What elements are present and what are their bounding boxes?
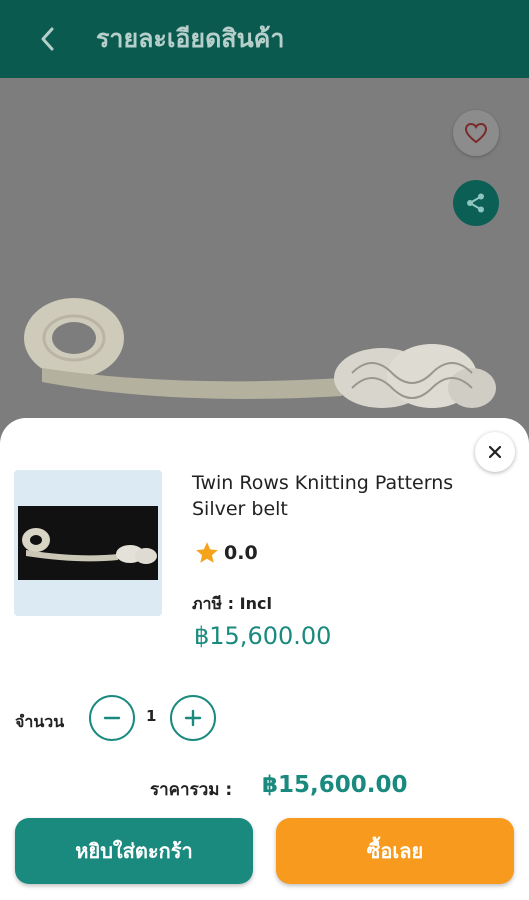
total-value: ฿15,600.00 (262, 772, 408, 798)
rating-value: 0.0 (224, 542, 258, 564)
favorite-button[interactable] (453, 110, 499, 156)
increase-quantity-button[interactable] (170, 695, 216, 741)
minus-icon (103, 716, 121, 720)
decrease-quantity-button[interactable] (89, 695, 135, 741)
buy-now-button[interactable]: ซื้อเลย (276, 818, 514, 884)
product-rating: 0.0 (194, 540, 258, 566)
quantity-label: จำนวน (15, 712, 65, 731)
tax-info: ภาษี : Incl (192, 592, 272, 617)
close-button[interactable] (475, 432, 515, 472)
share-icon (467, 193, 484, 213)
product-name: Twin Rows Knitting Patterns Silver belt (192, 472, 454, 520)
product-image-area (0, 78, 529, 448)
product-thumbnail (14, 470, 162, 616)
add-to-cart-button[interactable]: หยิบใส่ตะกร้า (15, 818, 253, 884)
plus-icon (184, 709, 202, 727)
heart-icon (464, 122, 488, 144)
product-image (24, 298, 496, 408)
chevron-left-icon (41, 27, 54, 51)
star-icon (196, 542, 218, 563)
share-button[interactable] (453, 180, 499, 226)
total-label: ราคารวม : (150, 780, 233, 800)
back-button[interactable] (28, 19, 68, 59)
add-to-cart-sheet: Twin Rows Knitting Patterns Silver belt … (0, 418, 529, 900)
page-title: รายละเอียดสินค้า (96, 24, 285, 53)
tax-label: ภาษี : (192, 594, 235, 613)
quantity-value: 1 (146, 707, 157, 725)
app-header: รายละเอียดสินค้า (0, 0, 529, 78)
tax-value: Incl (239, 594, 272, 613)
close-icon (488, 445, 502, 459)
product-price: ฿15,600.00 (194, 622, 332, 650)
